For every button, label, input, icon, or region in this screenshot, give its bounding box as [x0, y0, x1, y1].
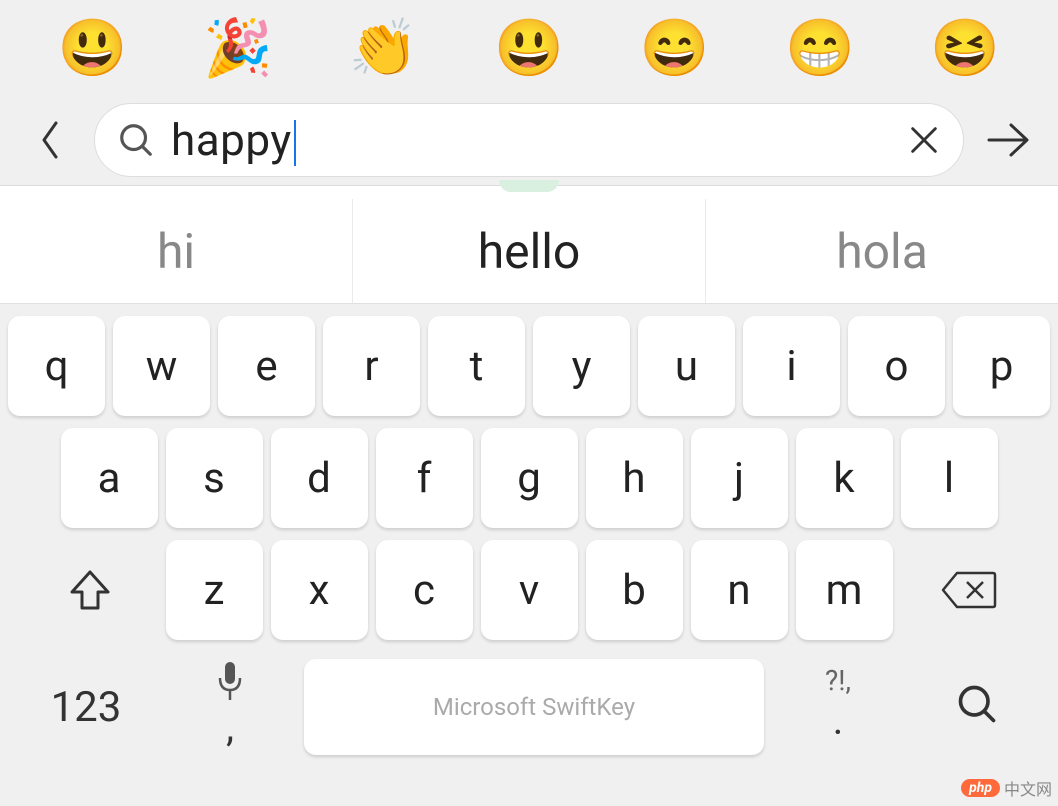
- key-h[interactable]: h: [586, 428, 683, 528]
- key-row-3: z x c v b n m: [6, 540, 1052, 640]
- key-w[interactable]: w: [113, 316, 210, 416]
- mic-key[interactable]: ,: [160, 660, 300, 754]
- word-suggestion-right[interactable]: hola: [705, 199, 1058, 303]
- word-suggestion-left[interactable]: hi: [0, 199, 352, 303]
- search-icon: [955, 682, 999, 726]
- key-b[interactable]: b: [586, 540, 683, 640]
- key-k[interactable]: k: [796, 428, 893, 528]
- arrow-right-icon: [985, 119, 1031, 161]
- key-z[interactable]: z: [166, 540, 263, 640]
- watermark: php 中文网: [961, 776, 1052, 800]
- search-row: happy: [0, 95, 1058, 185]
- submit-button[interactable]: [978, 119, 1038, 161]
- key-t[interactable]: t: [428, 316, 525, 416]
- key-j[interactable]: j: [691, 428, 788, 528]
- shift-icon: [66, 566, 114, 614]
- key-a[interactable]: a: [61, 428, 158, 528]
- key-d[interactable]: d: [271, 428, 368, 528]
- key-x[interactable]: x: [271, 540, 368, 640]
- emoji-suggestion[interactable]: 👏: [349, 20, 419, 76]
- key-l[interactable]: l: [901, 428, 998, 528]
- key-q[interactable]: q: [8, 316, 105, 416]
- mode-toggle-key[interactable]: 123: [16, 683, 156, 732]
- emoji-suggestion-strip: 😃 🎉 👏 😃 😄 😁 😆: [0, 0, 1058, 95]
- key-v[interactable]: v: [481, 540, 578, 640]
- search-input-value: happy: [171, 114, 292, 166]
- chevron-left-icon: [38, 119, 62, 161]
- comma-label: ,: [226, 708, 234, 748]
- keyboard: q w e r t y u i o p a s d f g h j k l z …: [0, 304, 1058, 762]
- key-g[interactable]: g: [481, 428, 578, 528]
- key-m[interactable]: m: [796, 540, 893, 640]
- back-button[interactable]: [20, 119, 80, 161]
- text-caret: [294, 120, 296, 166]
- key-r[interactable]: r: [323, 316, 420, 416]
- search-box[interactable]: happy: [94, 103, 964, 177]
- emoji-suggestion[interactable]: 😆: [930, 20, 1000, 76]
- search-icon: [117, 121, 155, 159]
- key-f[interactable]: f: [376, 428, 473, 528]
- key-p[interactable]: p: [953, 316, 1050, 416]
- key-row-2: a s d f g h j k l: [6, 428, 1052, 528]
- emoji-suggestion[interactable]: 😄: [640, 20, 710, 76]
- key-e[interactable]: e: [218, 316, 315, 416]
- period-key[interactable]: ?!, .: [768, 667, 908, 747]
- shift-key[interactable]: [23, 540, 158, 640]
- key-c[interactable]: c: [376, 540, 473, 640]
- key-n[interactable]: n: [691, 540, 788, 640]
- key-u[interactable]: u: [638, 316, 735, 416]
- search-key[interactable]: [912, 682, 1042, 732]
- close-icon: [907, 123, 941, 157]
- emoji-suggestion[interactable]: 😃: [58, 20, 128, 76]
- key-s[interactable]: s: [166, 428, 263, 528]
- backspace-icon: [939, 569, 997, 611]
- period-label: .: [833, 701, 844, 741]
- key-o[interactable]: o: [848, 316, 945, 416]
- word-suggestion-center[interactable]: hello: [352, 199, 705, 303]
- clear-button[interactable]: [907, 123, 941, 157]
- watermark-text: 中文网: [1004, 776, 1052, 800]
- search-input[interactable]: happy: [171, 114, 891, 166]
- watermark-pill: php: [961, 779, 1000, 797]
- emoji-suggestion[interactable]: 😁: [785, 20, 855, 76]
- key-i[interactable]: i: [743, 316, 840, 416]
- emoji-suggestion[interactable]: 😃: [494, 20, 564, 76]
- divider: [0, 185, 1058, 199]
- word-suggestion-row: hi hello hola: [0, 199, 1058, 304]
- emoji-suggestion[interactable]: 🎉: [203, 20, 273, 76]
- backspace-key[interactable]: [901, 540, 1036, 640]
- key-row-1: q w e r t y u i o p: [6, 316, 1052, 416]
- key-y[interactable]: y: [533, 316, 630, 416]
- microphone-icon: [216, 660, 244, 702]
- punctuation-hint: ?!,: [825, 667, 851, 695]
- key-row-bottom: 123 , Microsoft SwiftKey ?!, .: [6, 652, 1052, 762]
- spacebar-key[interactable]: Microsoft SwiftKey: [304, 659, 764, 755]
